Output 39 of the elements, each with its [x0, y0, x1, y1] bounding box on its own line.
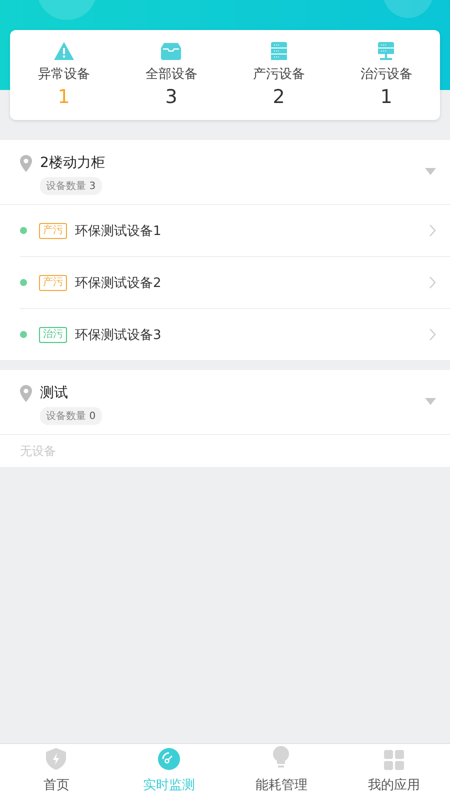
- chevron-right-icon: [429, 328, 436, 341]
- stat-label[interactable]: 异常设备: [38, 65, 90, 83]
- shield-icon: [46, 748, 66, 770]
- group-name: 2楼动力柜: [40, 154, 105, 172]
- caret-icon[interactable]: [425, 168, 436, 175]
- stat-count: 3: [165, 86, 178, 108]
- device-row[interactable]: 产污 环保测试设备1: [20, 205, 450, 257]
- device-name: 环保测试设备1: [75, 222, 162, 240]
- type-tag: 产污: [39, 274, 67, 290]
- nav-tab[interactable]: 首页: [0, 744, 112, 800]
- stat-count: 2: [272, 86, 285, 108]
- warning-icon: [54, 42, 74, 60]
- lightbulb-icon: [272, 746, 290, 770]
- device-count-badge: 设备数量 0: [40, 407, 102, 425]
- device-row[interactable]: 产污 环保测试设备2: [20, 257, 450, 309]
- server-icon: [378, 42, 394, 60]
- stat-label[interactable]: 产污设备: [252, 65, 305, 83]
- nav-tab[interactable]: 能耗管理: [225, 744, 338, 800]
- device-name: 环保测试设备2: [75, 274, 162, 292]
- chevron-right-icon: [429, 224, 436, 237]
- stat-count: 1: [380, 86, 392, 108]
- location-pin-icon: [20, 155, 32, 172]
- caret-icon[interactable]: [425, 398, 436, 405]
- chevron-right-icon: [429, 276, 436, 289]
- gauge-icon: [158, 748, 180, 770]
- server-icon: [270, 42, 287, 60]
- tray-icon: [161, 42, 182, 60]
- device-row[interactable]: 治污 环保测试设备3: [20, 309, 450, 360]
- type-tag: 治污: [39, 326, 67, 342]
- nav-tab[interactable]: 我的应用: [338, 744, 450, 800]
- device-count-badge: 设备数量 3: [40, 177, 102, 195]
- stat-label[interactable]: 全部设备: [145, 65, 198, 83]
- type-tag: 产污: [39, 222, 67, 238]
- device-name: 环保测试设备3: [75, 326, 162, 344]
- location-pin-icon: [20, 385, 32, 402]
- stat-count: 1: [58, 86, 70, 108]
- grid-icon: [384, 750, 404, 770]
- stat-label[interactable]: 治污设备: [360, 65, 412, 83]
- group-name: 测试: [40, 384, 68, 402]
